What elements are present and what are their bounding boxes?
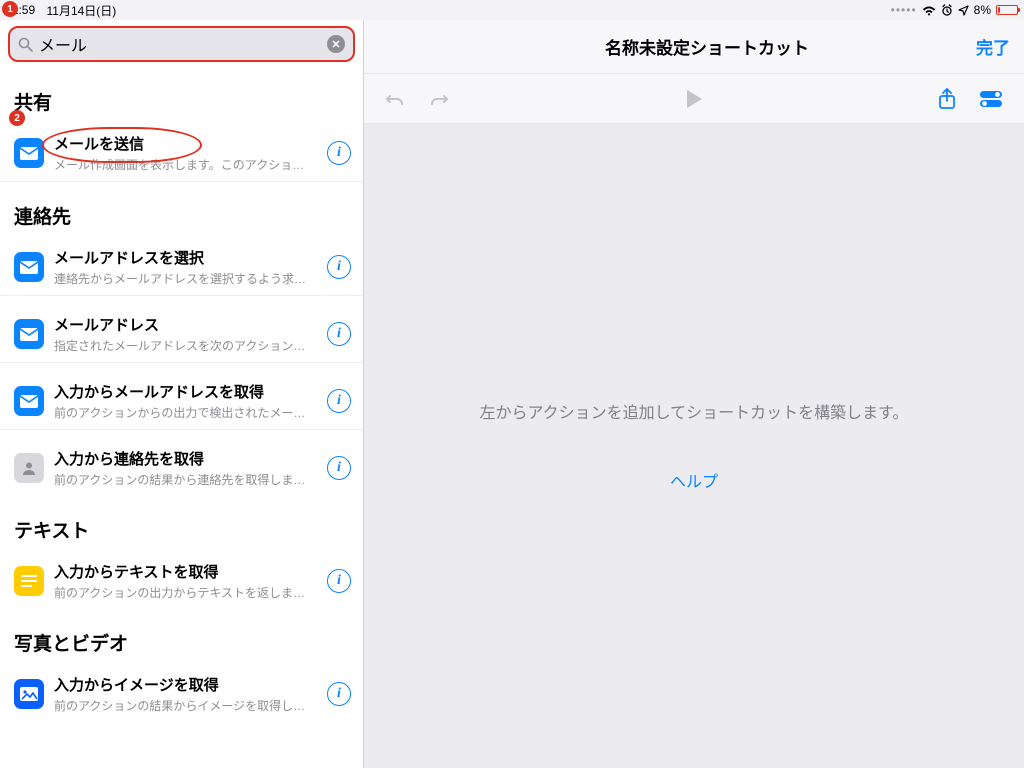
status-bar: 11:59 11月14日(日) ••••• 8% (0, 0, 1024, 20)
info-button[interactable]: i (327, 322, 351, 346)
wifi-icon (922, 5, 936, 16)
action-get-email-from-input[interactable]: 入力からメールアドレスを取得 前のアクションからの出力で検出されたメー… i (0, 373, 363, 430)
clear-search-button[interactable]: ✕ (327, 35, 345, 53)
alarm-icon (941, 4, 953, 16)
action-title: メールアドレス (54, 314, 317, 335)
text-icon (14, 566, 44, 596)
search-input[interactable]: メール ✕ (8, 26, 355, 62)
status-date: 11月14日(日) (46, 2, 116, 19)
redo-button[interactable] (428, 88, 450, 110)
section-header-text: テキスト (0, 496, 363, 553)
action-title: 入力からイメージを取得 (54, 674, 317, 695)
action-subtitle: 連絡先からメールアドレスを選択するよう求… (54, 270, 317, 287)
info-button[interactable]: i (327, 141, 351, 165)
action-title: メールアドレスを選択 (54, 247, 317, 268)
battery-percent: 8% (974, 3, 991, 17)
run-button[interactable] (684, 88, 704, 110)
action-get-images-from-input[interactable]: 入力からイメージを取得 前のアクションの結果からイメージを取得し… i (0, 666, 363, 722)
action-email-address[interactable]: メールアドレス 指定されたメールアドレスを次のアクション… i (0, 306, 363, 363)
mail-icon (14, 319, 44, 349)
mail-icon (14, 138, 44, 168)
action-get-contacts-from-input[interactable]: 入力から連絡先を取得 前のアクションの結果から連絡先を取得しま… i (0, 440, 363, 496)
editor-pane: 名称未設定ショートカット 完了 左からアクションを追加してショート (364, 20, 1024, 768)
info-button[interactable]: i (327, 389, 351, 413)
action-select-email-address[interactable]: メールアドレスを選択 連絡先からメールアドレスを選択するよう求… i (0, 239, 363, 296)
action-subtitle: 前のアクションの結果から連絡先を取得しま… (54, 471, 317, 488)
mail-icon (14, 252, 44, 282)
info-button[interactable]: i (327, 456, 351, 480)
action-subtitle: メール作成画面を表示します。このアクショ… (54, 156, 317, 173)
action-subtitle: 前のアクションの出力からテキストを返しま… (54, 584, 317, 601)
mail-icon (14, 386, 44, 416)
action-title: 入力からテキストを取得 (54, 561, 317, 582)
undo-button[interactable] (384, 88, 406, 110)
action-subtitle: 前のアクションからの出力で検出されたメー… (54, 404, 317, 421)
editor-toolbar (364, 74, 1024, 124)
image-icon (14, 679, 44, 709)
cellular-dots-icon: ••••• (891, 3, 917, 17)
section-header-media: 写真とビデオ (0, 609, 363, 666)
settings-toggle-button[interactable] (978, 88, 1004, 110)
share-button[interactable] (938, 88, 956, 110)
canvas-placeholder-text: 左からアクションを追加してショートカットを構築します。 (479, 400, 908, 427)
info-button[interactable]: i (327, 569, 351, 593)
search-icon (18, 37, 33, 52)
search-query-text: メール (39, 32, 327, 56)
help-link[interactable]: ヘルプ (670, 468, 718, 492)
action-subtitle: 前のアクションの結果からイメージを取得し… (54, 697, 317, 714)
action-title: 入力からメールアドレスを取得 (54, 381, 317, 402)
editor-canvas[interactable]: 左からアクションを追加してショートカットを構築します。 ヘルプ (364, 124, 1024, 768)
action-send-mail[interactable]: メールを送信 メール作成画面を表示します。このアクショ… i (0, 125, 363, 182)
info-button[interactable]: i (327, 255, 351, 279)
action-title: メールを送信 (54, 133, 317, 154)
location-icon (958, 5, 969, 16)
shortcut-title[interactable]: 名称未設定ショートカット (438, 34, 976, 59)
done-button[interactable]: 完了 (976, 34, 1010, 59)
action-subtitle: 指定されたメールアドレスを次のアクション… (54, 337, 317, 354)
battery-icon (996, 5, 1018, 15)
annotation-badge-1: 1 (2, 1, 18, 17)
action-get-text-from-input[interactable]: 入力からテキストを取得 前のアクションの出力からテキストを返しま… i (0, 553, 363, 609)
contact-icon (14, 453, 44, 483)
info-button[interactable]: i (327, 682, 351, 706)
annotation-badge-2: 2 (9, 110, 25, 126)
section-header-share: 共有 (0, 68, 363, 125)
section-header-contacts: 連絡先 (0, 182, 363, 239)
action-title: 入力から連絡先を取得 (54, 448, 317, 469)
actions-sidebar: メール ✕ 共有 メールを送信 メール作成画面を表示します。このアクショ… i (0, 20, 364, 768)
